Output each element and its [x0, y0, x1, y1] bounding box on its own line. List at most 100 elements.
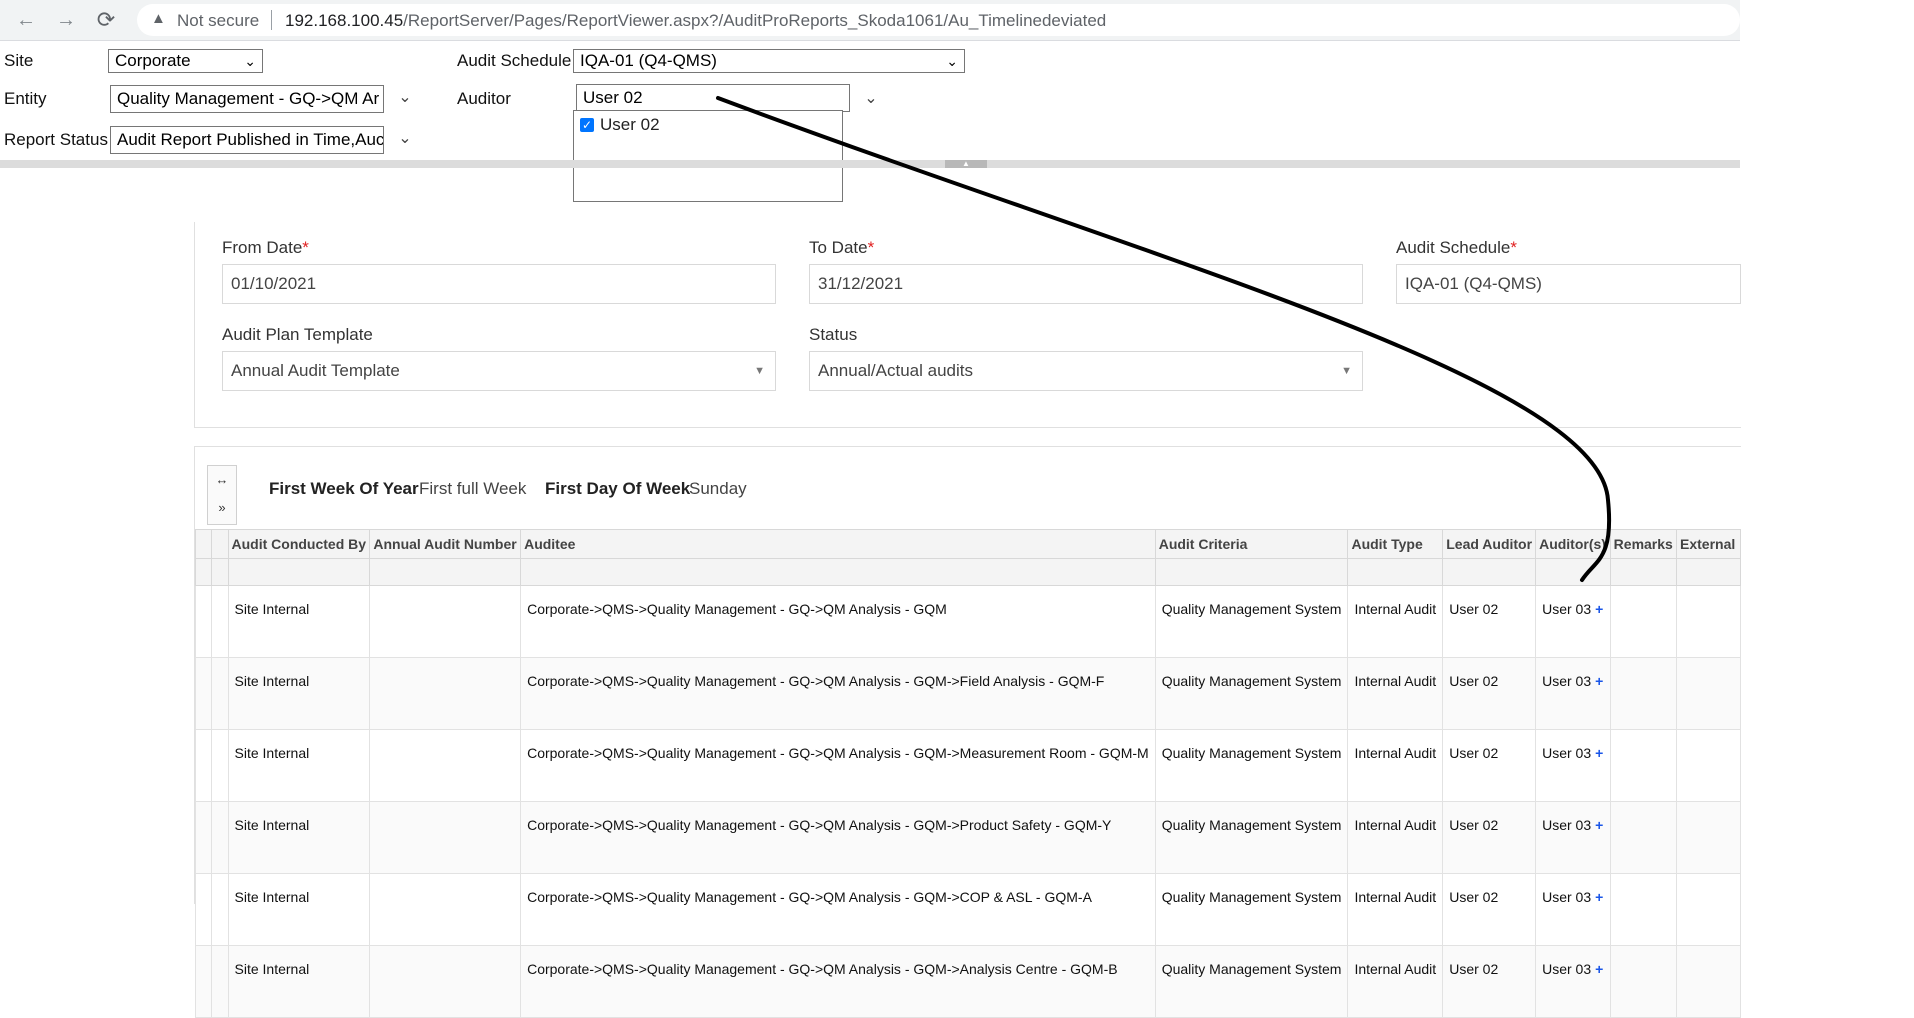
table-row[interactable]: Site Internal Corporate->QMS->Quality Man… [194, 585, 1741, 658]
table-row[interactable]: Site Internal Corporate->QMS->Quality Man… [194, 873, 1741, 946]
add-auditor-plus-icon[interactable]: + [1595, 817, 1603, 833]
add-auditor-plus-icon[interactable]: + [1595, 961, 1603, 977]
auditor-dropdown-panel: ✓ User 02 [573, 110, 843, 202]
to-date-input[interactable]: 31/12/2021 [809, 264, 1363, 304]
table-row[interactable]: Site Internal Corporate->QMS->Quality Man… [194, 729, 1741, 802]
double-chevron-right-icon[interactable]: » [208, 494, 236, 522]
caret-down-icon: ▼ [1341, 365, 1352, 377]
audit-table: Audit Conducted By Annual Audit Number A… [194, 529, 1741, 1018]
filter-cell[interactable] [369, 558, 522, 586]
column-header[interactable]: External [1676, 529, 1741, 559]
annual-audit-number-cell [369, 729, 522, 802]
row-expand-cell [211, 873, 229, 946]
filter-cell[interactable] [520, 558, 1156, 586]
report-status-chevron-down-icon[interactable]: ⌄ [396, 128, 414, 148]
table-row[interactable]: Site Internal Corporate->QMS->Quality Man… [194, 945, 1741, 1018]
filter-cell[interactable] [1154, 558, 1349, 586]
conducted-by-cell-text: Site Internal [234, 745, 310, 761]
auditor-option[interactable]: ✓ User 02 [580, 115, 660, 135]
add-auditor-plus-icon[interactable]: + [1595, 745, 1603, 761]
lead-auditor-cell: User 02 [1442, 801, 1537, 874]
first-day-value: Sunday [689, 479, 747, 498]
auditors-cell: User 03 + [1535, 873, 1611, 946]
conducted-by-cell: Site Internal [227, 801, 371, 874]
not-secure-label[interactable]: Not secure [177, 11, 259, 31]
parameter-splitter[interactable] [0, 160, 1740, 168]
column-header[interactable]: Audit Conducted By [227, 529, 371, 559]
filter-cell[interactable] [1535, 558, 1611, 586]
report-status-input[interactable]: Audit Report Published in Time,Auc [110, 126, 384, 154]
table-row[interactable]: Site Internal Corporate->QMS->Quality Man… [194, 657, 1741, 730]
audit-schedule-select-value: IQA-01 (Q4-QMS) [580, 51, 717, 70]
column-header[interactable]: Annual Audit Number [369, 529, 522, 559]
column-header[interactable]: Auditor(s) [1535, 529, 1611, 559]
back-arrow-icon[interactable]: ← [12, 6, 40, 34]
remarks-cell [1609, 873, 1678, 946]
annual-audit-number-cell [369, 873, 522, 946]
lead-auditor-cell-text: User 02 [1449, 745, 1499, 761]
checkbox-checked-icon[interactable]: ✓ [580, 118, 594, 132]
audit-criteria-cell: Quality Management System [1154, 585, 1349, 658]
filter-row [194, 558, 1741, 586]
refresh-icon[interactable]: ⟳ [92, 6, 120, 34]
auditors-cell-text: User 03 [1542, 817, 1592, 833]
lead-auditor-cell: User 02 [1442, 729, 1537, 802]
filter-form-panel: From Date* 01/10/2021 To Date* 31/12/202… [194, 222, 1741, 428]
url-separator [271, 10, 272, 30]
audit-schedule-select[interactable]: IQA-01 (Q4-QMS) ⌄ [573, 49, 965, 73]
annual-audit-number-cell [369, 585, 522, 658]
audit-criteria-cell: Quality Management System [1154, 657, 1349, 730]
add-auditor-plus-icon[interactable]: + [1595, 673, 1603, 689]
warning-icon[interactable]: ▲ [151, 10, 166, 27]
auditor-chevron-down-icon[interactable]: ⌄ [862, 88, 880, 108]
auditor-input[interactable]: User 02 [576, 84, 850, 112]
column-header[interactable]: Auditee [520, 529, 1156, 559]
conducted-by-cell: Site Internal [227, 585, 371, 658]
collapse-handle-icon[interactable]: ▲ [945, 160, 987, 168]
audit-type-cell-text: Internal Audit [1354, 745, 1437, 761]
column-header[interactable]: Audit Criteria [1154, 529, 1349, 559]
filter-cell[interactable] [1609, 558, 1678, 586]
auditors-cell-text: User 03 [1542, 673, 1592, 689]
auditee-cell-text: Corporate->QMS->Quality Management - GQ-… [527, 745, 1149, 761]
filter-cell[interactable] [227, 558, 371, 586]
audit-type-cell-text: Internal Audit [1354, 601, 1437, 617]
entity-input-value: Quality Management - GQ->QM Ar [117, 89, 380, 108]
row-select-cell [194, 873, 213, 946]
audit-plan-template-select[interactable]: Annual Audit Template ▼ [222, 351, 776, 391]
audit-type-cell: Internal Audit [1347, 657, 1444, 730]
lead-auditor-cell-text: User 02 [1449, 961, 1499, 977]
auditee-cell: Corporate->QMS->Quality Management - GQ-… [520, 729, 1156, 802]
column-header[interactable]: Lead Auditor [1442, 529, 1537, 559]
table-row[interactable]: Site Internal Corporate->QMS->Quality Man… [194, 801, 1741, 874]
auditors-cell-text: User 03 [1542, 601, 1592, 617]
url-bar[interactable]: ▲ Not secure 192.168.100.45/ReportServer… [137, 4, 1740, 36]
site-select[interactable]: Corporate ⌄ [108, 49, 263, 73]
external-cell [1676, 945, 1741, 1018]
column-header[interactable]: Audit Type [1347, 529, 1444, 559]
auditors-cell: User 03 + [1535, 945, 1611, 1018]
lead-auditor-cell-text: User 02 [1449, 673, 1499, 689]
status-select[interactable]: Annual/Actual audits ▼ [809, 351, 1363, 391]
filter-cell[interactable] [1347, 558, 1444, 586]
from-date-input[interactable]: 01/10/2021 [222, 264, 776, 304]
column-header[interactable]: Remarks [1609, 529, 1678, 559]
annual-audit-number-cell [369, 657, 522, 730]
url-host: 192.168.100.45 [285, 11, 404, 30]
audit-schedule-input[interactable]: IQA-01 (Q4-QMS) [1396, 264, 1741, 304]
add-auditor-plus-icon[interactable]: + [1595, 601, 1603, 617]
lead-auditor-cell: User 02 [1442, 945, 1537, 1018]
filter-cell[interactable] [1676, 558, 1741, 586]
external-cell [1676, 729, 1741, 802]
filter-cell[interactable] [1442, 558, 1537, 586]
row-expand-cell [211, 657, 229, 730]
url-text[interactable]: 192.168.100.45/ReportServer/Pages/Report… [285, 11, 1106, 31]
audit-type-cell-text: Internal Audit [1354, 817, 1437, 833]
audit-schedule-label: Audit Schedule* [1396, 238, 1517, 257]
entity-chevron-down-icon[interactable]: ⌄ [396, 87, 414, 107]
expand-columns-icon[interactable]: ↔ [208, 466, 236, 494]
caret-down-icon: ▼ [754, 365, 765, 377]
external-cell [1676, 585, 1741, 658]
entity-input[interactable]: Quality Management - GQ->QM Ar [110, 85, 384, 113]
forward-arrow-icon[interactable]: → [52, 6, 80, 34]
